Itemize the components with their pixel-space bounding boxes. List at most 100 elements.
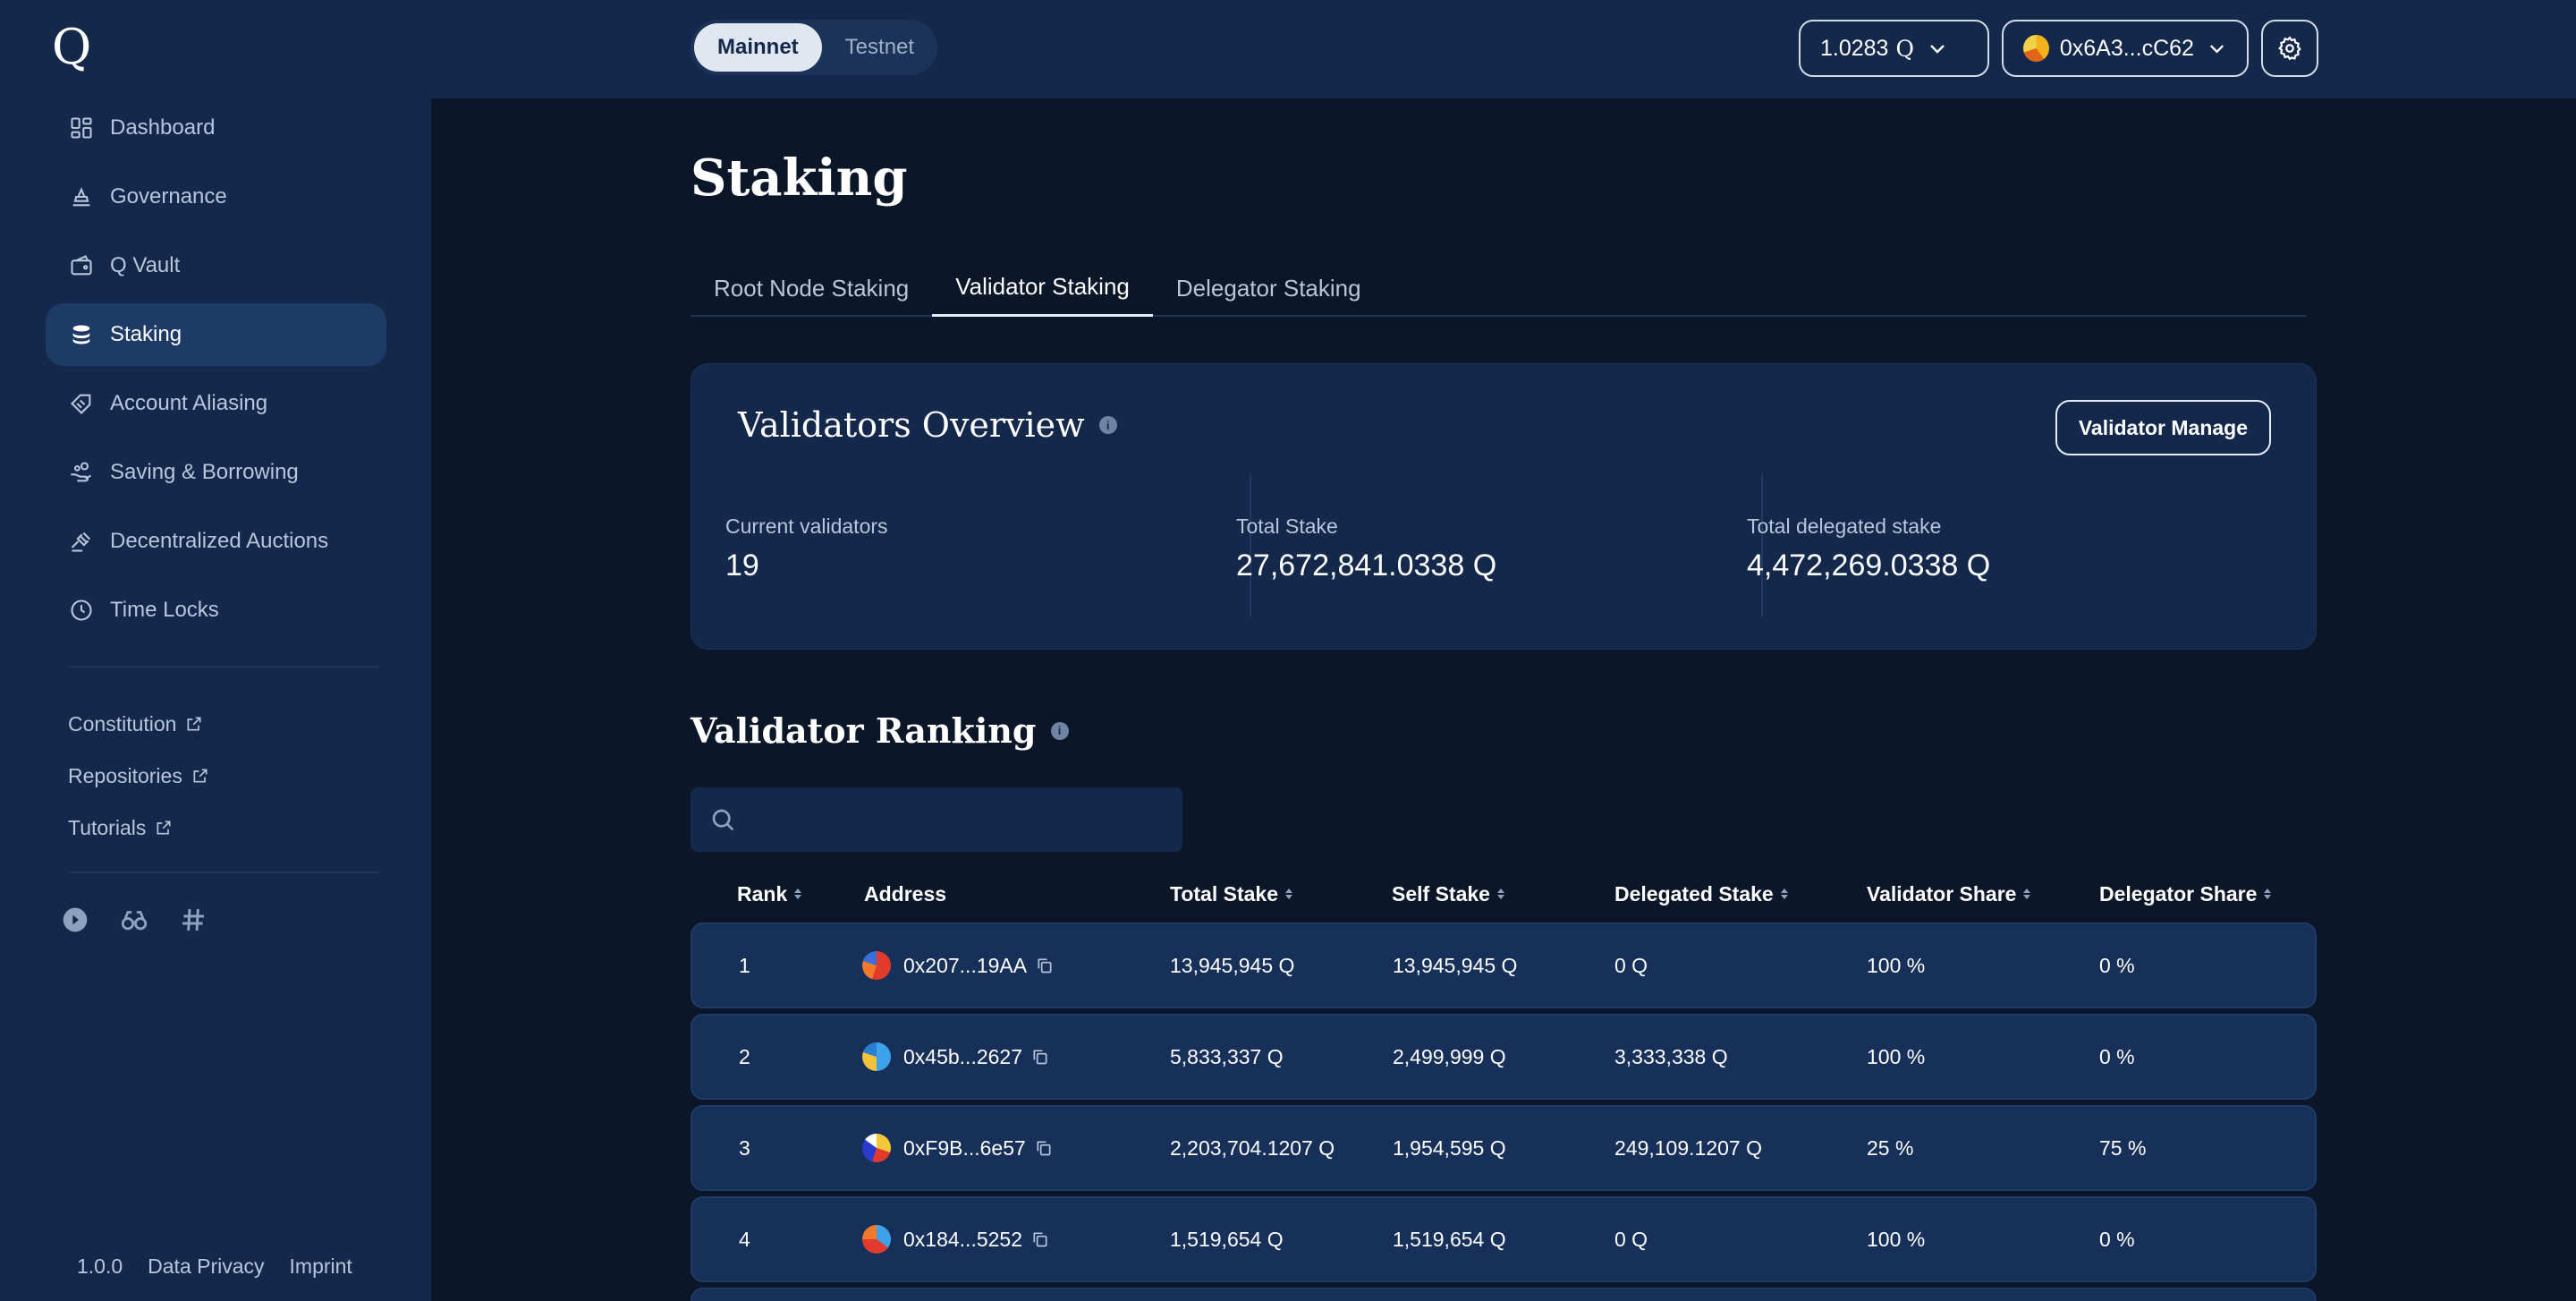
table-header: Rank Address Total Stake Self Stake Dele…: [691, 870, 2317, 918]
constitution-link[interactable]: Constitution: [68, 698, 209, 750]
cell-delegated-stake: 249,109.1207 Q: [1614, 1135, 1762, 1160]
search-input[interactable]: [748, 807, 1177, 832]
settings-button[interactable]: [2261, 20, 2318, 77]
sidebar-item-label: Q Vault: [110, 253, 181, 277]
address-text: 0x207...19AA: [903, 953, 1028, 977]
copy-icon[interactable]: [1031, 1230, 1049, 1248]
external-link-icon: [193, 769, 208, 783]
q-logo[interactable]: Q: [52, 21, 98, 73]
copy-icon[interactable]: [1036, 957, 1054, 974]
binoculars-icon[interactable]: [118, 904, 150, 936]
sort-icon: [1780, 889, 1788, 899]
imprint-link[interactable]: Imprint: [290, 1254, 352, 1279]
sort-icon: [794, 889, 802, 899]
cell-self-stake: 2,499,999 Q: [1393, 1044, 1506, 1068]
cell-validator-share: 25 %: [1867, 1135, 1914, 1160]
tab-root-node-staking[interactable]: Root Node Staking: [691, 259, 932, 317]
cell-self-stake: 1,954,595 Q: [1393, 1135, 1506, 1160]
testnet-button[interactable]: Testnet: [822, 23, 937, 72]
column-validator-share[interactable]: Validator Share: [1867, 870, 2031, 918]
cell-rank: 4: [739, 1227, 750, 1251]
column-delegator-share[interactable]: Delegator Share: [2099, 870, 2272, 918]
address-text: 0x45b...2627: [903, 1044, 1023, 1068]
cell-rank: 2: [739, 1044, 750, 1068]
sidebar-item-q-vault[interactable]: Q Vault: [46, 234, 386, 297]
cell-validator-share: 100 %: [1867, 953, 1926, 977]
q-social-icon[interactable]: [59, 904, 91, 936]
sidebar-nav: Dashboard Governance Q Vault Staking Acc…: [46, 97, 386, 648]
account-dropdown[interactable]: 0x6A3...cC62: [2002, 20, 2249, 77]
chevron-down-icon: [1930, 45, 1945, 54]
data-privacy-link[interactable]: Data Privacy: [148, 1254, 264, 1279]
sidebar-divider: [68, 872, 379, 873]
cell-total-stake: 1,519,654 Q: [1170, 1227, 1284, 1251]
link-label: Repositories: [68, 763, 182, 787]
table-row[interactable]: 2 0x45b...2627 5,833,337 Q 2,499,999 Q 3…: [691, 1014, 2317, 1100]
cell-delegator-share: 0 %: [2099, 1044, 2135, 1068]
network-toggle: Mainnet Testnet: [691, 20, 937, 75]
wallet-icon: [69, 253, 94, 278]
link-label: Constitution: [68, 711, 177, 736]
sidebar-item-account-aliasing[interactable]: Account Aliasing: [46, 372, 386, 435]
copy-icon[interactable]: [1031, 1048, 1049, 1066]
overview-title-text: Validators Overview: [738, 405, 1085, 445]
table-row[interactable]: 4 0x184...5252 1,519,654 Q 1,519,654 Q 0…: [691, 1196, 2317, 1282]
chevron-down-icon: [2209, 45, 2224, 54]
repositories-link[interactable]: Repositories: [68, 750, 209, 802]
external-links: Constitution Repositories Tutorials: [68, 698, 209, 854]
balance-unit: Q: [1895, 35, 1914, 62]
table-row[interactable]: [691, 1288, 2317, 1301]
cell-delegated-stake: 0 Q: [1614, 1227, 1648, 1251]
column-label: Rank: [737, 881, 788, 906]
hash-icon[interactable]: [177, 904, 209, 936]
cell-total-stake: 13,945,945 Q: [1170, 953, 1295, 977]
validator-avatar: [862, 1225, 891, 1254]
mainnet-button[interactable]: Mainnet: [694, 23, 822, 72]
stat-label: Total delegated stake: [1747, 514, 1942, 538]
copy-icon[interactable]: [1035, 1139, 1053, 1157]
cell-self-stake: 13,945,945 Q: [1393, 953, 1518, 977]
saving-icon: [69, 460, 94, 485]
sidebar-item-label: Account Aliasing: [110, 391, 268, 415]
sidebar-item-staking[interactable]: Staking: [46, 303, 386, 366]
tutorials-link[interactable]: Tutorials: [68, 802, 209, 854]
sidebar-item-decentralized-auctions[interactable]: Decentralized Auctions: [46, 510, 386, 573]
alias-icon: [69, 391, 94, 416]
column-total-stake[interactable]: Total Stake: [1170, 870, 1292, 918]
balance-dropdown[interactable]: 1.0283 Q: [1799, 20, 1989, 77]
governance-icon: [69, 184, 94, 209]
sidebar-item-label: Saving & Borrowing: [110, 460, 299, 484]
stat-total-stake: Total Stake 27,672,841.0338 Q: [1202, 473, 1712, 616]
cell-validator-share: 100 %: [1867, 1044, 1926, 1068]
sidebar-item-time-locks[interactable]: Time Locks: [46, 579, 386, 642]
cell-total-stake: 2,203,704.1207 Q: [1170, 1135, 1335, 1160]
sidebar-item-governance[interactable]: Governance: [46, 166, 386, 228]
table-row[interactable]: 3 0xF9B...6e57 2,203,704.1207 Q 1,954,59…: [691, 1105, 2317, 1191]
info-icon[interactable]: i: [1050, 721, 1069, 740]
stat-label: Total Stake: [1236, 514, 1338, 538]
gavel-icon: [69, 529, 94, 554]
table-row[interactable]: 1 0x207...19AA 13,945,945 Q 13,945,945 Q…: [691, 923, 2317, 1008]
social-links: [59, 904, 209, 936]
sidebar-item-saving-borrowing[interactable]: Saving & Borrowing: [46, 441, 386, 504]
page-title: Staking: [691, 149, 908, 208]
address-text: 0x184...5252: [903, 1227, 1023, 1251]
column-rank[interactable]: Rank: [737, 870, 802, 918]
column-address: Address: [864, 870, 946, 918]
tab-delegator-staking[interactable]: Delegator Staking: [1153, 259, 1385, 317]
column-label: Delegated Stake: [1614, 881, 1774, 906]
sort-icon: [2023, 889, 2031, 899]
cell-delegator-share: 75 %: [2099, 1135, 2147, 1160]
tab-validator-staking[interactable]: Validator Staking: [932, 259, 1153, 317]
cell-rank: 1: [739, 953, 750, 977]
validator-manage-button[interactable]: Validator Manage: [2055, 400, 2271, 455]
validator-ranking-title: Validator Ranking i: [691, 710, 1069, 751]
address-text: 0xF9B...6e57: [903, 1135, 1026, 1160]
sort-icon: [1496, 889, 1504, 899]
info-icon[interactable]: i: [1098, 416, 1117, 434]
validators-overview-card: Validators Overview i Validator Manage C…: [691, 363, 2317, 650]
sidebar-item-dashboard[interactable]: Dashboard: [46, 97, 386, 159]
column-self-stake[interactable]: Self Stake: [1392, 870, 1504, 918]
staking-icon: [69, 322, 94, 347]
column-delegated-stake[interactable]: Delegated Stake: [1614, 870, 1788, 918]
